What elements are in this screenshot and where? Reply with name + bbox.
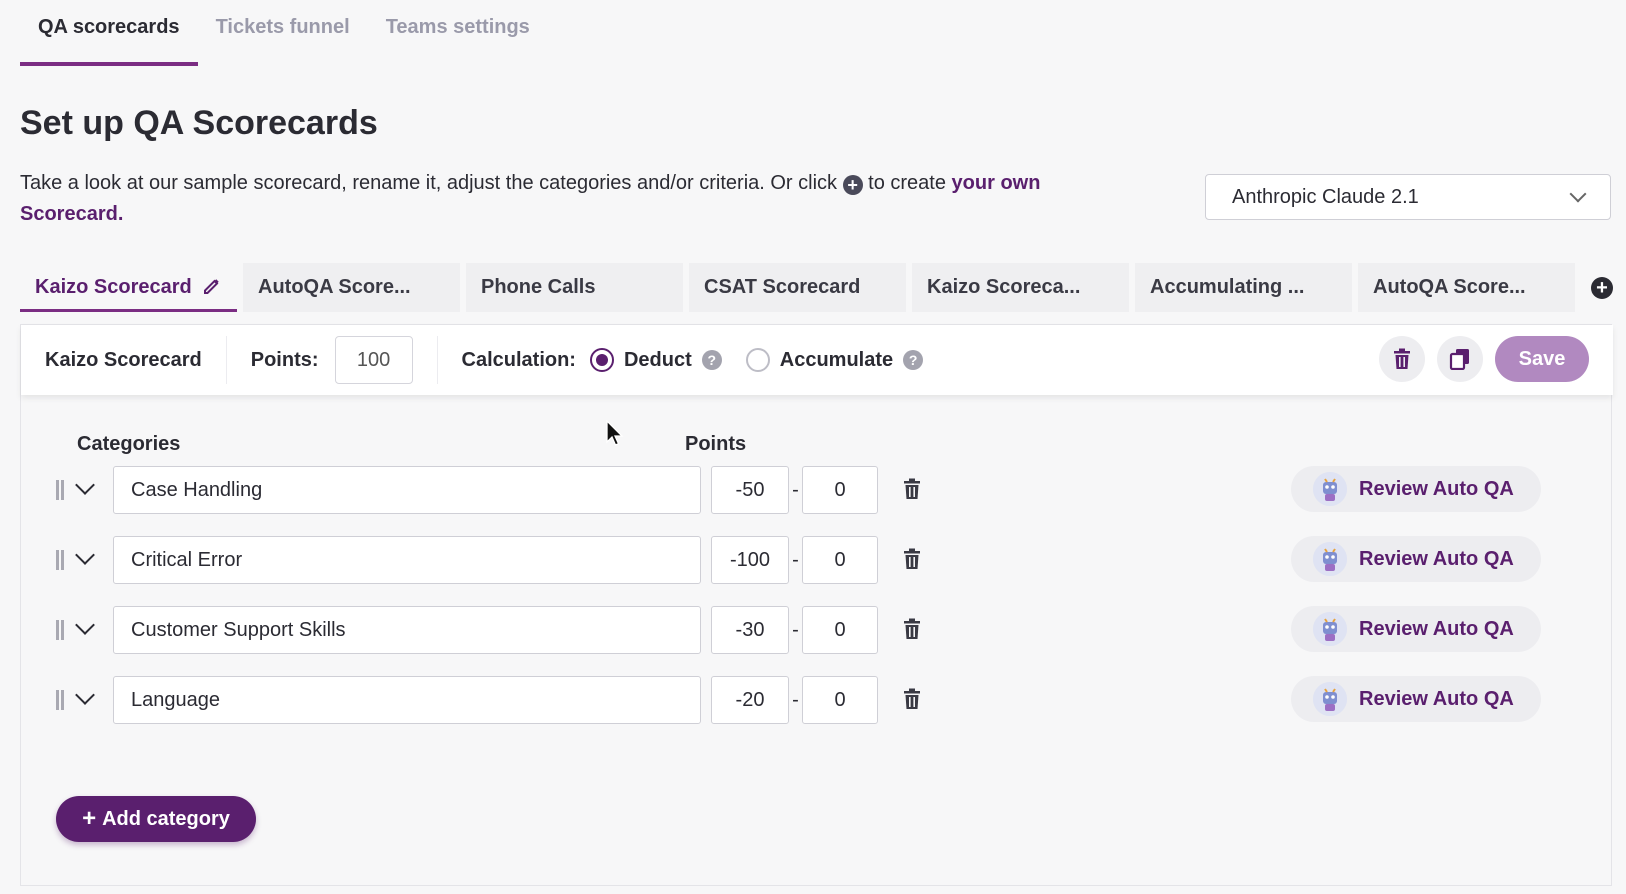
chevron-down-icon[interactable] bbox=[75, 545, 95, 565]
pencil-icon[interactable] bbox=[202, 276, 222, 302]
scorecard-name: Kaizo Scorecard bbox=[21, 336, 227, 384]
range-dash: - bbox=[792, 619, 799, 641]
scorecard-tab[interactable]: AutoQA Score... bbox=[243, 263, 460, 312]
chevron-down-icon[interactable] bbox=[75, 685, 95, 705]
points-header: Points bbox=[685, 433, 747, 455]
accumulate-radio[interactable]: Accumulate ? bbox=[745, 348, 924, 372]
scorecard-tab-active[interactable]: Kaizo Scorecard bbox=[20, 263, 237, 312]
tab-tickets-funnel[interactable]: Tickets funnel bbox=[198, 0, 368, 66]
page-title: Set up QA Scorecards bbox=[20, 104, 378, 142]
intro-text-after: to create bbox=[868, 172, 946, 194]
trash-icon bbox=[1394, 348, 1410, 369]
category-row: Language -20 - 0 Review Auto QA bbox=[21, 676, 1613, 724]
help-icon[interactable]: ? bbox=[701, 350, 722, 370]
scorecard-toolbar: Kaizo Scorecard Points: 100 Calculation:… bbox=[21, 325, 1613, 395]
range-dash: - bbox=[792, 479, 799, 501]
scorecard-tab-label: Kaizo Scorecard bbox=[35, 276, 192, 298]
category-row: Critical Error -100 - 0 Review Auto QA bbox=[21, 536, 1613, 584]
trash-icon[interactable] bbox=[903, 548, 921, 575]
review-auto-qa-button[interactable]: Review Auto QA bbox=[1291, 606, 1541, 652]
category-row: Customer Support Skills -30 - 0 Review A… bbox=[21, 606, 1613, 654]
drag-handle-icon[interactable] bbox=[56, 690, 64, 710]
category-name-input[interactable]: Case Handling bbox=[113, 466, 701, 514]
deduct-radio[interactable]: Deduct ? bbox=[589, 348, 722, 372]
trash-icon[interactable] bbox=[903, 478, 921, 505]
save-button[interactable]: Save bbox=[1495, 336, 1589, 382]
scorecard-panel: Kaizo Scorecard Points: 100 Calculation:… bbox=[20, 324, 1613, 886]
robot-icon bbox=[1313, 472, 1347, 506]
robot-icon bbox=[1313, 542, 1347, 576]
calculation-group: Calculation: Deduct ? Accumulate ? bbox=[438, 336, 948, 384]
max-points-input[interactable]: 0 bbox=[802, 606, 878, 654]
delete-scorecard-button[interactable] bbox=[1379, 336, 1425, 382]
deduct-label: Deduct bbox=[623, 348, 692, 371]
scorecard-tab[interactable]: AutoQA Score... bbox=[1358, 263, 1575, 312]
drag-handle-icon[interactable] bbox=[56, 480, 64, 500]
scorecard-tab[interactable]: CSAT Scorecard bbox=[689, 263, 906, 312]
radio-empty-icon bbox=[745, 348, 770, 372]
add-scorecard-icon[interactable]: + bbox=[1591, 277, 1613, 299]
scorecard-tab[interactable]: Kaizo Scoreca... bbox=[912, 263, 1129, 312]
add-category-button[interactable]: + Add category bbox=[56, 796, 256, 842]
trash-icon[interactable] bbox=[903, 618, 921, 645]
range-dash: - bbox=[792, 689, 799, 711]
review-auto-qa-button[interactable]: Review Auto QA bbox=[1291, 676, 1541, 722]
copy-icon bbox=[1449, 349, 1469, 370]
plus-circle-icon: + bbox=[842, 175, 863, 195]
points-label: Points: bbox=[250, 348, 319, 371]
model-select-value: Anthropic Claude 2.1 bbox=[1232, 185, 1419, 208]
scorecard-tab[interactable]: Accumulating ... bbox=[1135, 263, 1352, 312]
intro-text: Take a look at our sample scorecard, ren… bbox=[20, 168, 1090, 230]
min-points-input[interactable]: -20 bbox=[711, 676, 789, 724]
category-row: Case Handling -50 - 0 Review Auto QA bbox=[21, 466, 1613, 514]
review-auto-qa-label: Review Auto QA bbox=[1359, 477, 1514, 500]
scorecard-tabs: Kaizo Scorecard AutoQA Score... Phone Ca… bbox=[20, 263, 1575, 312]
top-nav-tabs: QA scorecards Tickets funnel Teams setti… bbox=[20, 0, 548, 66]
chevron-down-icon[interactable] bbox=[75, 615, 95, 635]
category-name-input[interactable]: Customer Support Skills bbox=[113, 606, 701, 654]
categories-header: Categories bbox=[77, 433, 181, 455]
max-points-input[interactable]: 0 bbox=[802, 676, 878, 724]
scorecard-tab[interactable]: Phone Calls bbox=[466, 263, 683, 312]
review-auto-qa-label: Review Auto QA bbox=[1359, 617, 1514, 640]
drag-handle-icon[interactable] bbox=[56, 550, 64, 570]
review-auto-qa-label: Review Auto QA bbox=[1359, 547, 1514, 570]
range-dash: - bbox=[792, 549, 799, 571]
duplicate-scorecard-button[interactable] bbox=[1437, 336, 1483, 382]
model-select[interactable]: Anthropic Claude 2.1 bbox=[1205, 174, 1611, 220]
robot-icon bbox=[1313, 612, 1347, 646]
robot-icon bbox=[1313, 682, 1347, 716]
points-group: Points: 100 bbox=[227, 336, 438, 384]
chevron-down-icon bbox=[1569, 185, 1587, 203]
points-input[interactable]: 100 bbox=[334, 336, 413, 384]
drag-handle-icon[interactable] bbox=[56, 620, 64, 640]
min-points-input[interactable]: -100 bbox=[711, 536, 789, 584]
radio-selected-icon bbox=[589, 348, 614, 372]
review-auto-qa-label: Review Auto QA bbox=[1359, 687, 1514, 710]
tab-qa-scorecards[interactable]: QA scorecards bbox=[20, 0, 198, 66]
intro-text-before: Take a look at our sample scorecard, ren… bbox=[20, 172, 838, 194]
accumulate-label: Accumulate bbox=[779, 348, 894, 371]
chevron-down-icon[interactable] bbox=[75, 475, 95, 495]
review-auto-qa-button[interactable]: Review Auto QA bbox=[1291, 536, 1541, 582]
plus-icon: + bbox=[82, 805, 97, 832]
review-auto-qa-button[interactable]: Review Auto QA bbox=[1291, 466, 1541, 512]
category-name-input[interactable]: Critical Error bbox=[113, 536, 701, 584]
min-points-input[interactable]: -30 bbox=[711, 606, 789, 654]
add-category-label: Add category bbox=[102, 807, 230, 830]
calculation-label: Calculation: bbox=[461, 348, 576, 371]
tab-teams-settings[interactable]: Teams settings bbox=[368, 0, 548, 66]
mouse-cursor-icon bbox=[606, 419, 624, 453]
trash-icon[interactable] bbox=[903, 688, 921, 715]
category-name-input[interactable]: Language bbox=[113, 676, 701, 724]
help-icon[interactable]: ? bbox=[903, 350, 924, 370]
min-points-input[interactable]: -50 bbox=[711, 466, 789, 514]
max-points-input[interactable]: 0 bbox=[802, 466, 878, 514]
toolbar-actions: Save bbox=[1379, 336, 1589, 382]
max-points-input[interactable]: 0 bbox=[802, 536, 878, 584]
